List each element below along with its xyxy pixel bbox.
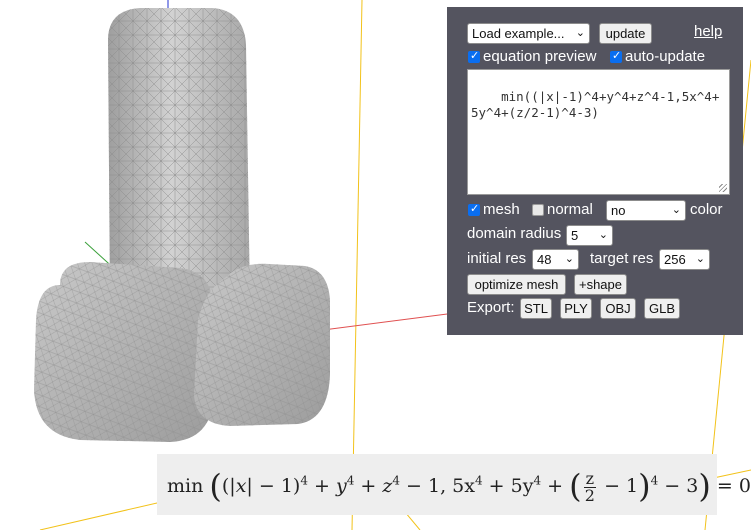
mesh-shape: [34, 8, 330, 442]
equation-text: min((|x|-1)^4+y^4+z^4-1,5x^4+5y^4+(z/2-1…: [471, 89, 720, 120]
chevron-down-icon: ⌄: [575, 27, 585, 39]
target-res-label: target res: [590, 250, 654, 267]
mesh-checkbox[interactable]: [468, 202, 480, 216]
chevron-down-icon: ⌄: [598, 229, 608, 241]
chevron-down-icon: ⌄: [564, 253, 574, 265]
chevron-down-icon: ⌄: [695, 253, 705, 265]
color-select[interactable]: no ⌄: [606, 200, 686, 221]
optimize-mesh-button[interactable]: optimize mesh: [467, 274, 566, 295]
initial-res-select[interactable]: 48 ⌄: [532, 249, 579, 270]
resize-handle-icon[interactable]: [719, 184, 727, 192]
equation-input[interactable]: min((|x|-1)^4+y^4+z^4-1,5x^4+5y^4+(z/2-1…: [467, 69, 730, 195]
export-glb-button[interactable]: GLB: [644, 298, 680, 319]
color-select-value: no: [611, 203, 626, 218]
auto-update-label: auto-update: [625, 48, 706, 65]
export-stl-button[interactable]: STL: [520, 298, 552, 319]
mesh-label: mesh: [483, 201, 520, 218]
export-obj-button[interactable]: OBJ: [600, 298, 636, 319]
color-label: color: [690, 201, 723, 218]
domain-radius-value: 5: [571, 228, 579, 243]
normal-checkbox[interactable]: [532, 204, 544, 216]
add-shape-button[interactable]: +shape: [574, 274, 627, 295]
grid-line: [351, 0, 363, 530]
domain-radius-select[interactable]: 5 ⌄: [566, 225, 613, 246]
equation-preview: min ((|x| − 1)4 + y4 + z4 − 1, 5x4 + 5y4…: [157, 454, 751, 515]
chevron-down-icon: ⌄: [671, 204, 681, 216]
equation-formula: min ((|x| − 1)4 + y4 + z4 − 1, 5x4 + 5y4…: [167, 467, 751, 505]
update-button[interactable]: update: [599, 23, 652, 44]
control-panel: Load example... ⌄ update help equation p…: [447, 7, 743, 335]
initial-res-value: 48: [537, 252, 552, 267]
normal-label: normal: [547, 201, 593, 218]
load-example-select[interactable]: Load example... ⌄: [467, 23, 590, 44]
load-example-label: Load example...: [472, 26, 565, 41]
target-res-select[interactable]: 256 ⌄: [659, 249, 710, 270]
auto-update-checkbox[interactable]: [610, 49, 622, 63]
equation-preview-label: equation preview: [483, 48, 597, 65]
help-link[interactable]: help: [694, 23, 722, 40]
equation-preview-checkbox[interactable]: [468, 49, 480, 63]
initial-res-label: initial res: [467, 250, 527, 267]
export-label: Export:: [467, 299, 515, 316]
export-ply-button[interactable]: PLY: [560, 298, 592, 319]
target-res-value: 256: [664, 252, 686, 267]
domain-radius-label: domain radius: [467, 225, 562, 242]
